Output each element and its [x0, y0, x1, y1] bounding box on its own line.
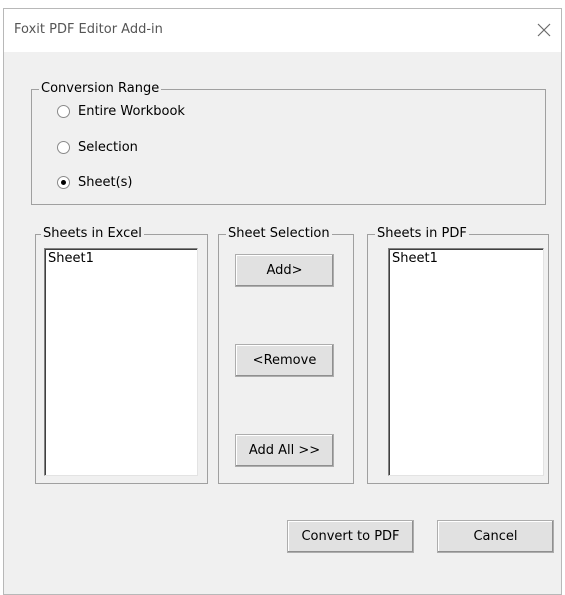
radio-selection[interactable]: Selection: [57, 140, 138, 155]
radio-button-entire-workbook[interactable]: [57, 105, 70, 118]
radio-button-selection[interactable]: [57, 141, 70, 154]
list-item[interactable]: Sheet1: [392, 251, 540, 267]
title-bar[interactable]: Foxit PDF Editor Add-in: [4, 9, 561, 52]
add-all-button[interactable]: Add All >>: [235, 434, 334, 467]
window-title: Foxit PDF Editor Add-in: [14, 22, 163, 37]
radio-label-selection: Selection: [78, 140, 138, 155]
sheets-in-pdf-group: Sheets in PDF Sheet1: [367, 226, 549, 484]
radio-entire-workbook[interactable]: Entire Workbook: [57, 104, 185, 119]
add-button[interactable]: Add>: [235, 254, 334, 287]
radio-button-sheets[interactable]: [57, 176, 70, 189]
close-icon[interactable]: [531, 17, 557, 43]
radio-label-entire-workbook: Entire Workbook: [78, 104, 185, 119]
sheets-in-pdf-list[interactable]: Sheet1: [388, 248, 544, 476]
sheets-in-excel-group: Sheets in Excel Sheet1: [35, 226, 208, 484]
dialog-content: Conversion Range Entire Workbook Selecti…: [4, 52, 561, 594]
sheets-in-excel-list[interactable]: Sheet1: [44, 248, 198, 476]
remove-button[interactable]: <Remove: [235, 344, 334, 377]
dialog-window: Foxit PDF Editor Add-in Conversion Range…: [3, 8, 562, 595]
sheet-selection-group: Sheet Selection Add> <Remove Add All >>: [218, 226, 354, 484]
list-item[interactable]: Sheet1: [48, 251, 194, 267]
conversion-range-group: Conversion Range Entire Workbook Selecti…: [31, 81, 546, 205]
radio-sheets[interactable]: Sheet(s): [57, 175, 133, 190]
convert-to-pdf-button[interactable]: Convert to PDF: [287, 520, 414, 553]
sheet-selection-legend: Sheet Selection: [226, 226, 332, 242]
sheets-in-excel-legend: Sheets in Excel: [41, 226, 144, 242]
radio-label-sheets: Sheet(s): [78, 175, 133, 190]
sheets-in-pdf-legend: Sheets in PDF: [375, 226, 469, 242]
cancel-button[interactable]: Cancel: [437, 520, 554, 553]
conversion-range-legend: Conversion Range: [39, 81, 162, 97]
